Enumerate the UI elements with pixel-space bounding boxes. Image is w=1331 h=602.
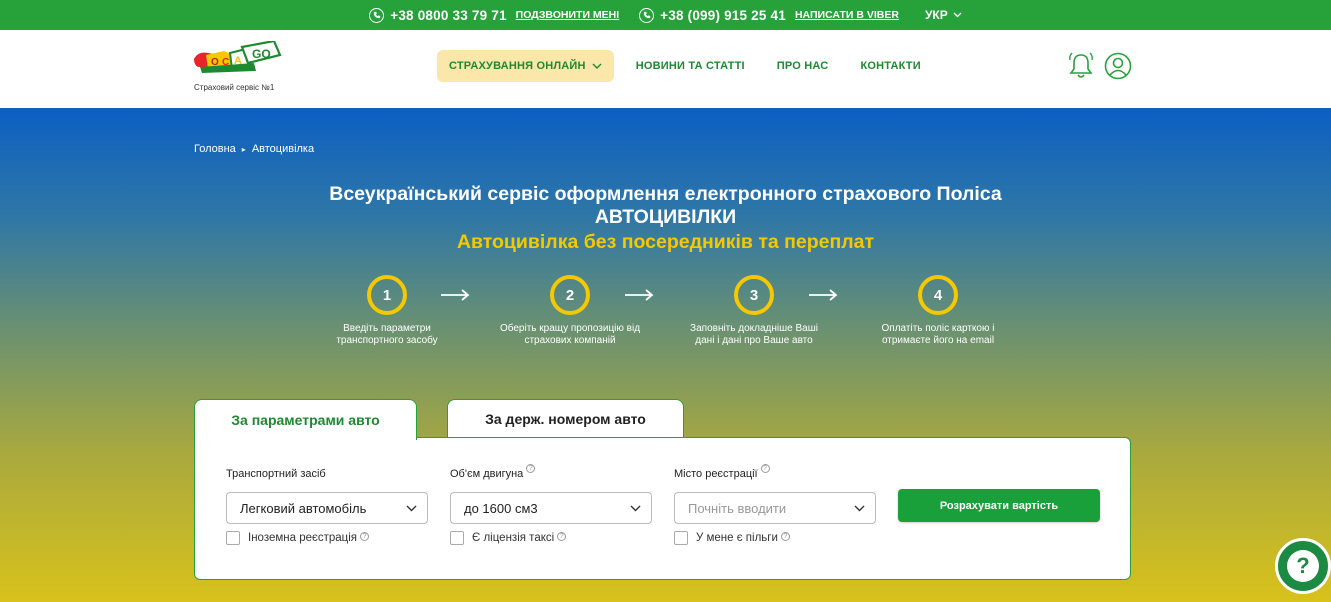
breadcrumb-current: Автоцивілка (251, 143, 315, 155)
engine-select-value: до 1600 см3 (464, 500, 538, 516)
chevron-down-icon (854, 505, 865, 511)
page-subtitle: Автоцивілка без посередників та переплат (456, 231, 875, 253)
arrow-right-icon (441, 289, 470, 301)
arrow-right-icon (809, 289, 838, 301)
step-text: Оплатіть поліс карткою і отримаєте його н… (881, 323, 995, 346)
page-title-line1: Всеукраїнський сервіс оформлення електро… (329, 183, 1002, 205)
top-contact-bar: +38 0800 33 79 71 ПОДЗВОНИТИ МЕНІ +38 (0… (0, 0, 1331, 30)
vehicle-select[interactable]: Легковий автомобіль (226, 492, 428, 524)
question-icon: ? (1287, 550, 1319, 582)
help-chat-button[interactable]: ? (1275, 538, 1331, 594)
call-me-link[interactable]: ПОДЗВОНИТИ МЕНІ (516, 9, 620, 21)
nav-about[interactable]: ПРО НАС (777, 60, 829, 72)
site-logo[interactable]: O C A GO Страховий сервіс №1 (194, 39, 284, 93)
engine-label: Об'єм двигуна? (450, 464, 536, 480)
chevron-down-icon (630, 505, 641, 511)
nav-label: СТРАХУВАННЯ ОНЛАЙН (449, 60, 586, 72)
user-account-icon[interactable] (1104, 52, 1132, 80)
help-icon[interactable]: ? (780, 531, 790, 541)
breadcrumb: Головна ▸ Автоцивілка (194, 143, 314, 155)
foreign-registration-label: Іноземна реєстрація (248, 532, 358, 544)
viber-icon (639, 7, 655, 23)
svg-text:A: A (234, 55, 242, 67)
phone-number-2[interactable]: +38 (099) 915 25 41 (660, 8, 786, 23)
foreign-registration-checkbox[interactable]: Іноземна реєстрація ? (226, 531, 370, 545)
breadcrumb-home[interactable]: Головна (194, 143, 236, 155)
taxi-license-checkbox[interactable]: Є ліцензія таксі ? (450, 531, 567, 545)
step-text: Введіть параметри транспортного засобу (336, 323, 438, 346)
chevron-down-icon (406, 505, 417, 511)
language-selector[interactable]: УКР (925, 8, 962, 22)
header-actions (1068, 52, 1132, 80)
viber-link[interactable]: НАПИСАТИ В VIBER (795, 9, 899, 21)
city-label: Місто реєстрації? (674, 464, 770, 480)
page-title-line2: АВТОЦИВІЛКИ (594, 206, 737, 228)
help-icon[interactable]: ? (526, 464, 536, 473)
logo-icon: O C A GO (194, 39, 282, 73)
phone-icon (369, 7, 385, 23)
svg-text:O: O (211, 57, 219, 68)
arrow-right-icon (625, 289, 654, 301)
language-label: УКР (924, 8, 948, 22)
checkbox[interactable] (674, 531, 688, 545)
checkbox[interactable] (450, 531, 464, 545)
step-2: 2 Оберіть кращу пропозицію від страхових … (485, 275, 655, 347)
chevron-down-icon (953, 12, 962, 18)
step-number: 3 (734, 275, 774, 315)
calculator-form: Транспортний засіб Легковий автомобіль І… (194, 437, 1131, 580)
chevron-down-icon (592, 63, 602, 69)
engine-select[interactable]: до 1600 см3 (450, 492, 652, 524)
site-header: O C A GO Страховий сервіс №1 СТРАХУВАННЯ… (0, 30, 1331, 108)
taxi-license-label: Є ліцензія таксі (472, 532, 555, 544)
vehicle-select-value: Легковий автомобіль (240, 500, 367, 516)
tab-by-params[interactable]: За параметрами авто (194, 399, 417, 440)
nav-news[interactable]: НОВИНИ ТА СТАТТІ (636, 60, 745, 72)
help-icon[interactable]: ? (557, 531, 567, 541)
help-icon[interactable]: ? (760, 464, 770, 473)
vehicle-label: Транспортний засіб (226, 468, 326, 480)
phone-group-1: +38 0800 33 79 71 ПОДЗВОНИТИ МЕНІ (369, 7, 620, 23)
step-text: Оберіть кращу пропозицію від страхових ко… (499, 323, 641, 346)
svg-text:C: C (222, 57, 229, 68)
step-number: 2 (550, 275, 590, 315)
benefits-label: У мене є пільги (696, 532, 778, 544)
checkbox[interactable] (226, 531, 240, 545)
process-steps: 1 Введіть параметри транспортного засобу … (0, 275, 1331, 355)
step-text: Заповніть докладніше Ваші дані і дані про… (690, 323, 818, 346)
step-number: 4 (918, 275, 958, 315)
tab-by-plate[interactable]: За держ. номером авто (447, 399, 684, 438)
step-3: 3 Заповніть докладніше Ваші дані і дані п… (669, 275, 839, 347)
logo-tagline: Страховий сервіс №1 (194, 83, 275, 92)
hero-section: Головна ▸ Автоцивілка Всеукраїнський сер… (0, 108, 1331, 602)
city-input[interactable]: Почніть вводити (674, 492, 876, 524)
main-nav: СТРАХУВАННЯ ОНЛАЙН НОВИНИ ТА СТАТТІ ПРО … (437, 50, 953, 82)
nav-insurance-online[interactable]: СТРАХУВАННЯ ОНЛАЙН (437, 50, 614, 82)
svg-text:GO: GO (252, 47, 271, 61)
step-4: 4 Оплатіть поліс карткою і отримаєте його… (853, 275, 1023, 347)
step-1: 1 Введіть параметри транспортного засобу (302, 275, 472, 347)
phone-number-1[interactable]: +38 0800 33 79 71 (390, 8, 506, 23)
calculate-button[interactable]: Розрахувати вартість (898, 489, 1100, 522)
bell-icon[interactable] (1068, 52, 1094, 80)
page-title: Всеукраїнський сервіс оформлення електро… (0, 183, 1331, 229)
help-icon[interactable]: ? (360, 531, 370, 541)
phone-group-2: +38 (099) 915 25 41 НАПИСАТИ В VIBER (639, 7, 899, 23)
benefits-checkbox[interactable]: У мене є пільги ? (674, 531, 790, 545)
step-number: 1 (367, 275, 407, 315)
city-placeholder: Почніть вводити (688, 500, 787, 516)
breadcrumb-separator-icon: ▸ (241, 144, 246, 154)
nav-contacts[interactable]: КОНТАКТИ (860, 60, 920, 72)
